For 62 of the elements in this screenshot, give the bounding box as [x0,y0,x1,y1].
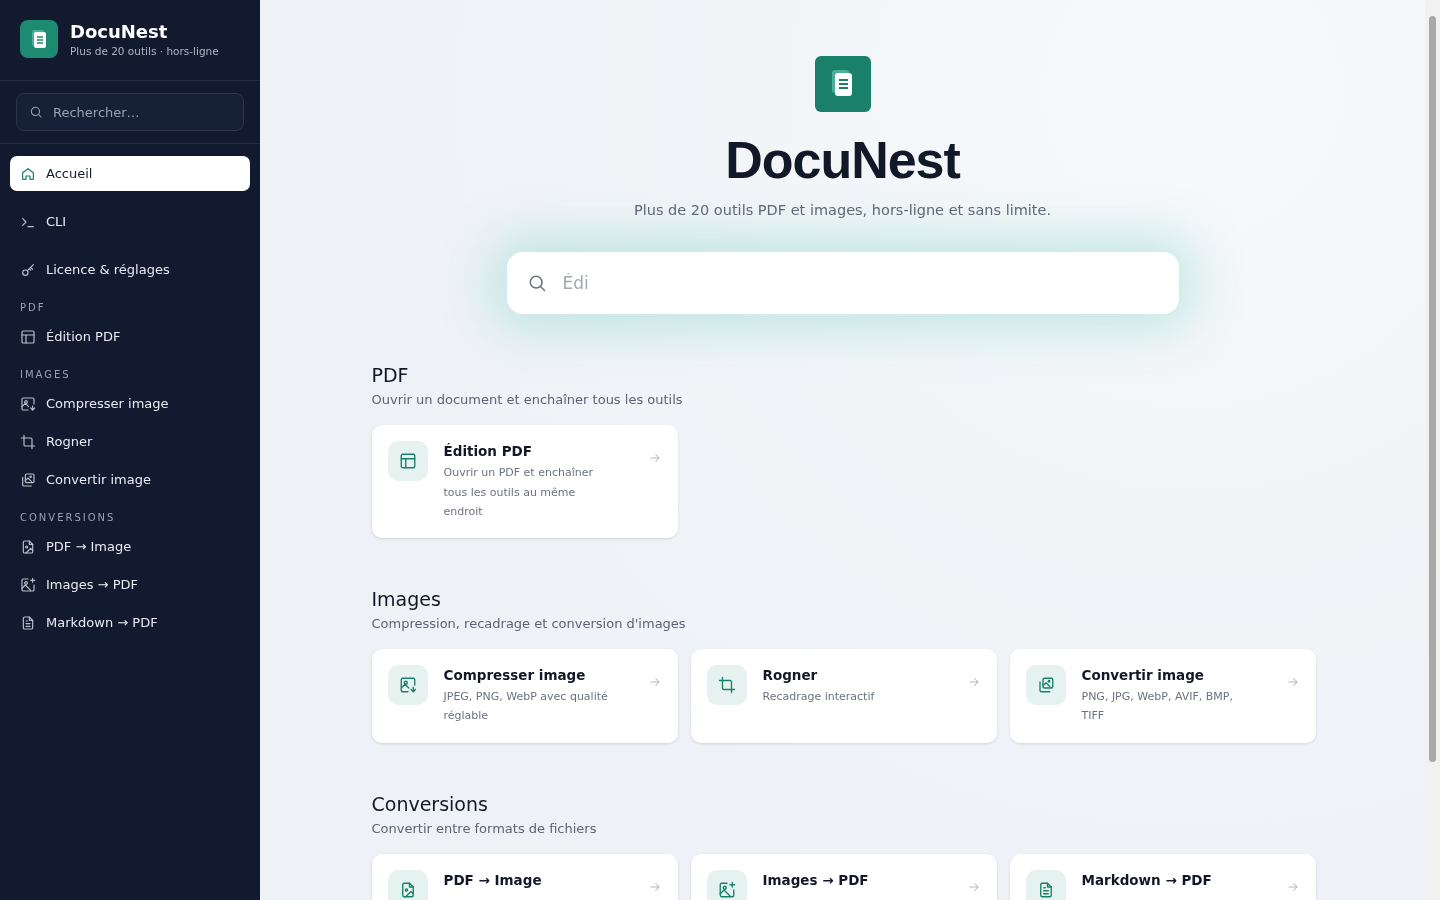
card-title: Markdown → PDF [1081,871,1213,888]
section-heading: IMAGES [19,368,72,382]
document-icon [20,614,36,631]
tool-card[interactable]: Édition PDF Ouvrir un PDF et enchaîner tous les outils au même endroit [371,425,678,538]
nav-item[interactable]: Édition PDF [10,319,250,354]
crop-icon [20,433,36,450]
tool-card[interactable]: Markdown → PDF [1009,853,1316,900]
app-name: DocuNest [70,21,169,42]
nav-item[interactable]: PDF → Image [10,529,250,564]
key-icon [20,261,36,278]
file-image-icon [20,538,36,555]
nav-item[interactable]: Rogner [10,424,250,459]
scrollbar[interactable] [1425,0,1440,900]
nav-item[interactable]: Markdown → PDF [10,605,250,640]
card-description: PNG, JPG, WebP, AVIF, BMP, TIFF [1081,688,1234,724]
crop-icon [717,675,736,694]
card-title: PDF → Image [443,871,543,888]
arrow-icon [647,451,662,465]
card-title: Convertir image [1081,666,1205,683]
card-description: Recadrage interactif [762,688,876,705]
section-subtitle: Ouvrir un document et enchaîner tous les outils [371,392,684,407]
tagline: Plus de 20 outils PDF et images, hors-ligne et sans limite. [633,202,1052,218]
tool-card[interactable]: Compresser image JPEG, PNG, WebP avec qualité réglable [371,648,678,743]
nav-item[interactable]: Convertir image [10,462,250,497]
section-heading: PDF [19,301,47,315]
search-field[interactable]: Rechercher… [16,93,244,131]
card-description: Ouvrir un PDF et enchaîner tous les outils au même endroit [443,465,594,520]
section-heading: CONVERSIONS [19,511,117,525]
home-icon [20,165,36,182]
logo-icon [814,56,871,112]
tool-card[interactable]: Convertir image PNG, JPG, WebP, AVIF, BMP, TIFF [1009,648,1316,743]
search-icon [29,105,43,119]
image-plus-icon [20,576,36,593]
card-title: Images → PDF [762,871,870,888]
nav-item[interactable]: Accueil [10,156,250,191]
section-title: Conversions [371,792,489,815]
layout-icon [398,452,417,470]
nav-item[interactable]: Compresser image [10,386,250,421]
card-title: Édition PDF [443,443,533,459]
section-title: PDF [371,364,410,386]
logo-icon [20,20,58,58]
layout-icon [20,328,36,345]
tool-card[interactable]: PDF → Image [371,853,678,900]
card-title: Compresser image [443,666,587,683]
image-icon [398,675,417,694]
app-title: DocuNest [725,130,960,190]
nav-item[interactable]: CLI [10,204,250,239]
tool-card[interactable]: Rogner Recadrage interactif [690,648,997,743]
app-tagline: Plus de 20 outils · hors-ligne [70,45,219,57]
nav-item[interactable]: Licence & réglages [10,252,250,287]
scrollbar-thumb[interactable] [1429,16,1436,762]
images-icon [20,471,36,488]
images-icon [1036,675,1055,694]
image-plus-icon [717,880,736,899]
image-icon [20,395,36,412]
section-subtitle: Compression, recadrage et conversion d'images [371,615,687,631]
nav-item[interactable]: Images → PDF [10,567,250,602]
section-title: Images [371,587,442,610]
tool-card[interactable]: Images → PDF [690,853,997,900]
card-title: Rogner [762,666,819,683]
section-subtitle: Convertir entre formats de fichiers [371,820,598,836]
card-description: JPEG, PNG, WebP avec qualité réglable [443,688,609,724]
